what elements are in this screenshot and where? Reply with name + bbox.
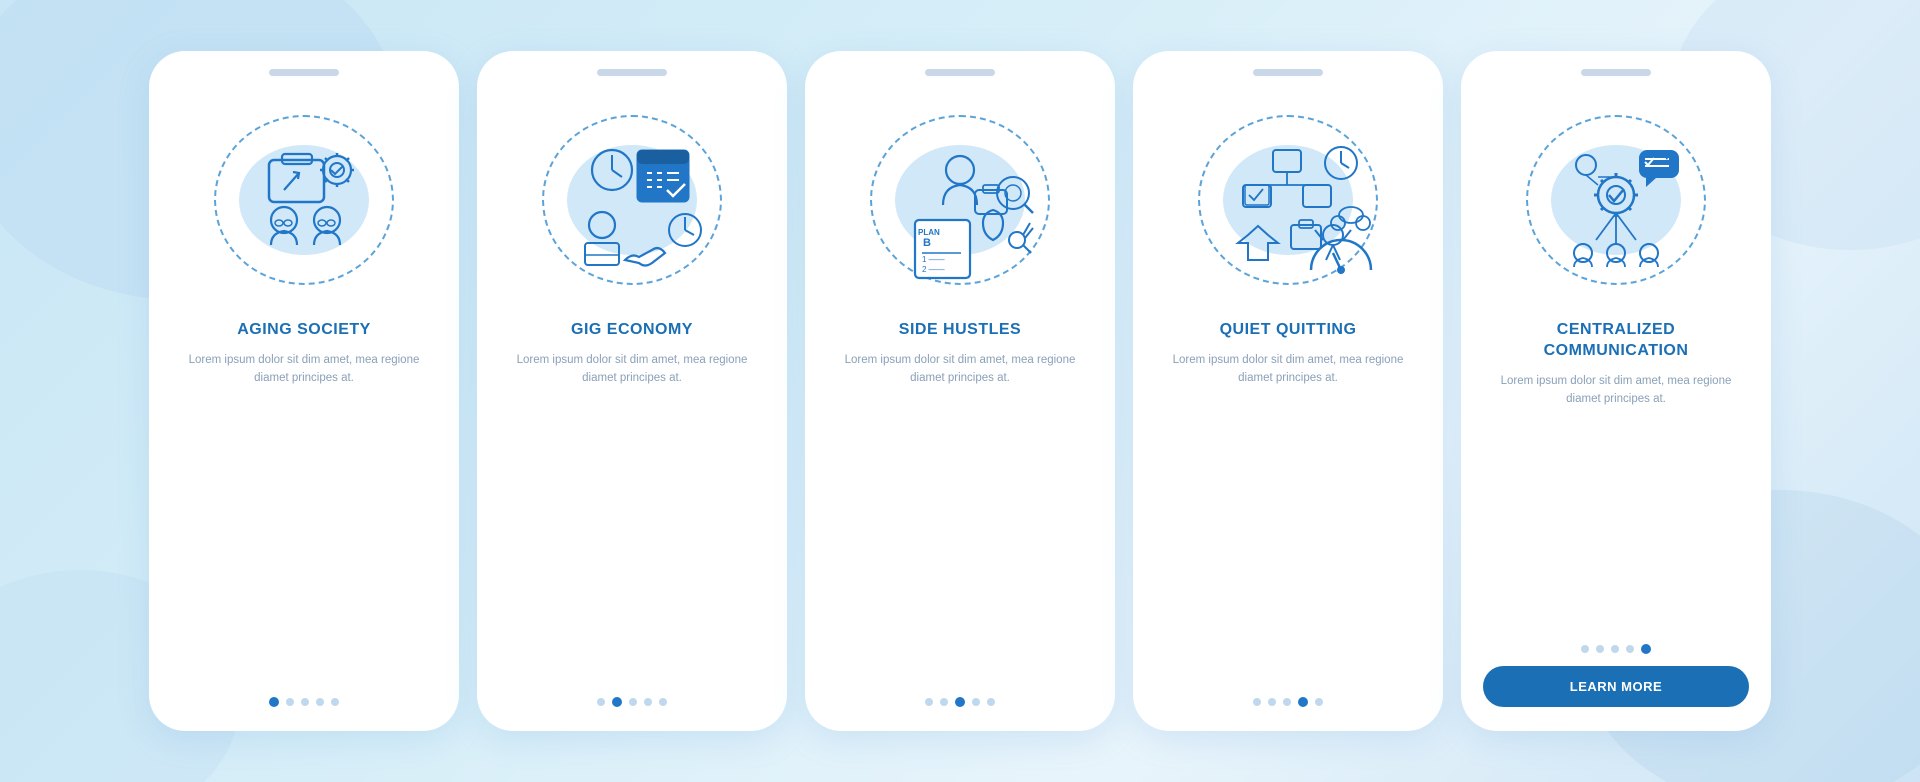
dot-4 — [659, 698, 667, 706]
dot-3 — [1298, 697, 1308, 707]
illustration-gig-economy — [522, 90, 742, 310]
dot-1 — [612, 697, 622, 707]
dots-centralized-communication — [1581, 644, 1651, 654]
dot-2 — [955, 697, 965, 707]
dot-1 — [286, 698, 294, 706]
dots-aging-society — [269, 697, 339, 707]
svg-text:1 ——: 1 —— — [922, 255, 945, 264]
svg-text:B: B — [923, 237, 931, 249]
side-hustles-svg: PLAN B 1 —— 2 —— — [865, 105, 1055, 295]
dot-1 — [1268, 698, 1276, 706]
dot-4 — [1641, 644, 1651, 654]
card-body-quiet-quitting: Lorem ipsum dolor sit dim amet, mea regi… — [1155, 351, 1421, 388]
dot-4 — [331, 698, 339, 706]
card-title-gig-economy: GIG ECONOMY — [571, 320, 693, 341]
dots-gig-economy — [597, 697, 667, 707]
card-body-gig-economy: Lorem ipsum dolor sit dim amet, mea regi… — [499, 351, 765, 388]
svg-text:2 ——: 2 —— — [922, 265, 945, 274]
dot-0 — [1253, 698, 1261, 706]
card-title-side-hustles: SIDE HUSTLES — [899, 320, 1021, 341]
gig-economy-svg — [537, 105, 727, 295]
illustration-quiet-quitting — [1178, 90, 1398, 310]
dot-3 — [972, 698, 980, 706]
card-centralized-communication: CENTRALIZED COMMUNICATION Lorem ipsum do… — [1461, 51, 1771, 731]
dot-3 — [316, 698, 324, 706]
aging-society-svg — [209, 105, 399, 295]
card-title-aging-society: AGING SOCIETY — [237, 320, 371, 341]
dot-4 — [987, 698, 995, 706]
cards-container: AGING SOCIETY Lorem ipsum dolor sit dim … — [149, 51, 1771, 731]
quiet-quitting-svg — [1193, 105, 1383, 295]
illustration-aging-society — [194, 90, 414, 310]
illustration-side-hustles: PLAN B 1 —— 2 —— — [850, 90, 1070, 310]
card-body-side-hustles: Lorem ipsum dolor sit dim amet, mea regi… — [827, 351, 1093, 388]
phone-notch-2 — [597, 69, 667, 76]
dot-0 — [269, 697, 279, 707]
phone-notch-3 — [925, 69, 995, 76]
dot-0 — [1581, 645, 1589, 653]
card-body-aging-society: Lorem ipsum dolor sit dim amet, mea regi… — [171, 351, 437, 388]
dot-3 — [1626, 645, 1634, 653]
dot-3 — [644, 698, 652, 706]
dot-1 — [940, 698, 948, 706]
dot-2 — [629, 698, 637, 706]
dot-1 — [1596, 645, 1604, 653]
svg-text:PLAN: PLAN — [918, 228, 940, 237]
card-title-quiet-quitting: QUIET QUITTING — [1220, 320, 1357, 341]
card-side-hustles: PLAN B 1 —— 2 —— SIDE HUSTLES Lorem ipsu… — [805, 51, 1115, 731]
centralized-comm-svg — [1521, 105, 1711, 295]
dot-4 — [1315, 698, 1323, 706]
phone-notch-5 — [1581, 69, 1651, 76]
card-aging-society: AGING SOCIETY Lorem ipsum dolor sit dim … — [149, 51, 459, 731]
card-body-centralized-communication: Lorem ipsum dolor sit dim amet, mea regi… — [1483, 372, 1749, 409]
dot-2 — [1611, 645, 1619, 653]
illustration-centralized-communication — [1506, 90, 1726, 310]
dot-0 — [597, 698, 605, 706]
dots-quiet-quitting — [1253, 697, 1323, 707]
phone-notch-4 — [1253, 69, 1323, 76]
dot-2 — [1283, 698, 1291, 706]
dot-2 — [301, 698, 309, 706]
card-quiet-quitting: QUIET QUITTING Lorem ipsum dolor sit dim… — [1133, 51, 1443, 731]
card-title-centralized-communication: CENTRALIZED COMMUNICATION — [1544, 320, 1689, 362]
dots-side-hustles — [925, 697, 995, 707]
card-gig-economy: GIG ECONOMY Lorem ipsum dolor sit dim am… — [477, 51, 787, 731]
dot-0 — [925, 698, 933, 706]
learn-more-button[interactable]: LEARN MORE — [1483, 666, 1749, 707]
phone-notch-1 — [269, 69, 339, 76]
